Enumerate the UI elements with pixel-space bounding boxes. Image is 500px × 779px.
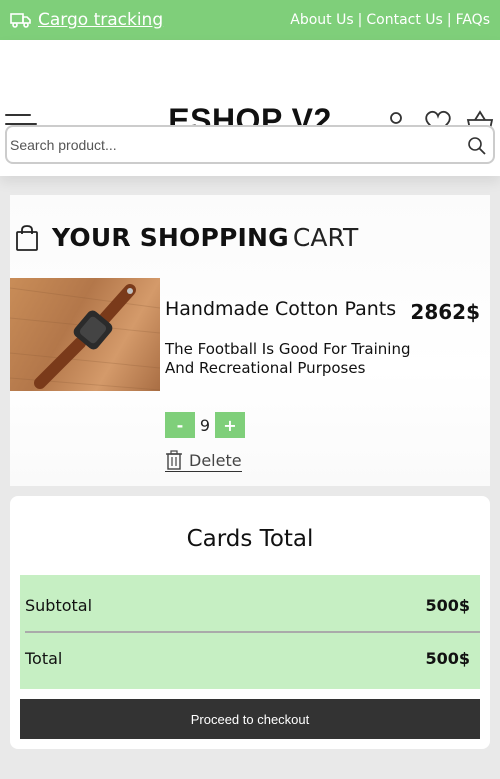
product-description: The Football Is Good For Training And Re… [165, 340, 411, 377]
increase-quantity-button[interactable]: + [215, 412, 245, 438]
quantity-value: 9 [199, 415, 211, 435]
product-name[interactable]: Handmade Cotton Pants [165, 298, 396, 320]
search-icon[interactable] [467, 136, 487, 156]
link-separator: | [357, 12, 363, 28]
link-separator: | [446, 12, 452, 28]
totals-divider [25, 631, 480, 633]
cargo-tracking-link[interactable]: Cargo tracking [38, 10, 163, 30]
decrease-quantity-button[interactable]: - [165, 412, 195, 438]
cart-title-strong: YOUR SHOPPING [52, 223, 289, 252]
subtotal-row: Subtotal 500$ [25, 596, 470, 615]
faqs-link[interactable]: FAQs [456, 12, 490, 28]
search-bar [5, 125, 495, 164]
top-links: About Us | Contact Us | FAQs [290, 12, 490, 28]
delete-label: Delete [189, 450, 242, 470]
total-row: Total 500$ [25, 649, 470, 668]
trash-icon [166, 450, 182, 470]
total-label: Total [25, 649, 63, 668]
cart-totals-panel: Cards Total Subtotal 500$ Total 500$ Pro… [10, 496, 490, 749]
product-price: 2862$ [410, 300, 480, 324]
shopping-cart-panel: YOUR SHOPPING CART Handmade Cotton Pants … [10, 195, 490, 486]
subtotal-label: Subtotal [25, 596, 93, 615]
shopping-bag-icon [16, 224, 38, 251]
delete-button[interactable]: Delete [165, 450, 242, 472]
quantity-stepper: - 9 + [165, 412, 245, 438]
search-input[interactable] [10, 134, 450, 156]
subtotal-value: 500$ [425, 596, 470, 615]
about-us-link[interactable]: About Us [290, 12, 353, 28]
cart-title-light: CART [292, 223, 359, 252]
contact-us-link[interactable]: Contact Us [366, 12, 442, 28]
totals-summary: Subtotal 500$ Total 500$ [20, 575, 480, 689]
total-value: 500$ [425, 649, 470, 668]
cargo-tracking[interactable]: Cargo tracking [10, 10, 163, 30]
checkout-button[interactable]: Proceed to checkout [20, 699, 480, 739]
top-bar: Cargo tracking About Us | Contact Us | F… [0, 0, 500, 40]
watch-photo [10, 284, 160, 391]
cart-heading: YOUR SHOPPING CART [14, 223, 358, 252]
truck-icon [10, 13, 31, 28]
product-image[interactable] [10, 278, 160, 391]
totals-title: Cards Total [186, 526, 314, 552]
